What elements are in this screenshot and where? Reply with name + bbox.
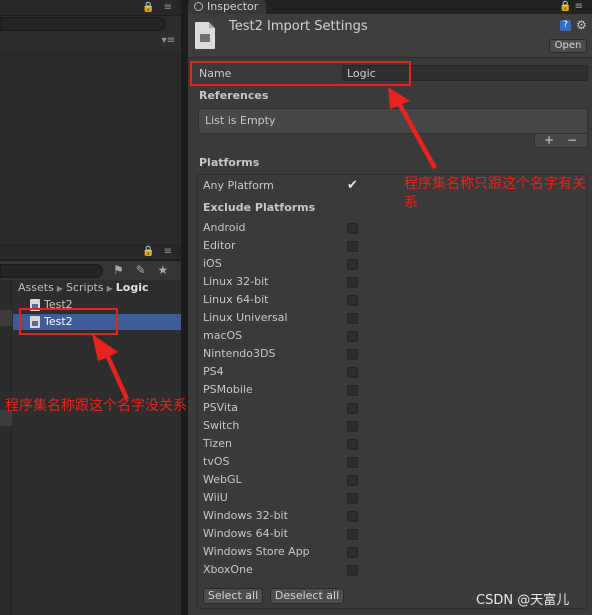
platform-checkbox[interactable] [347, 241, 358, 252]
platform-label: iOS [203, 257, 222, 270]
platform-label: PS4 [203, 365, 224, 378]
references-list: List is Empty [198, 108, 588, 134]
platform-label: Windows Store App [203, 545, 310, 558]
folder-tree [0, 280, 12, 615]
platform-label: WebGL [203, 473, 242, 486]
platform-label: macOS [203, 329, 243, 342]
panel-lock-menu-icon[interactable]: 🔒 ≡ [142, 2, 175, 13]
platform-label: XboxOne [203, 563, 253, 576]
platform-label: Editor [203, 239, 236, 252]
platform-checkbox[interactable] [347, 331, 358, 342]
tree-item[interactable] [0, 310, 12, 326]
exclude-platforms-heading: Exclude Platforms [203, 201, 316, 214]
panel-splitter[interactable] [181, 0, 188, 615]
platform-checkbox[interactable] [347, 511, 358, 522]
platforms-heading: Platforms [199, 156, 260, 169]
add-reference-button[interactable]: + [544, 133, 554, 147]
platform-label: Android [203, 221, 246, 234]
platform-label: tvOS [203, 455, 230, 468]
platforms-box [197, 174, 588, 609]
platform-label: Linux 32-bit [203, 275, 269, 288]
inspector-panel: Inspector 🔒≡ Test2 Import Settings ? ⚙ O… [188, 0, 592, 615]
hierarchy-body [0, 52, 181, 242]
gear-icon[interactable]: ⚙ [576, 18, 587, 32]
list-empty-text: List is Empty [205, 114, 276, 127]
breadcrumb-item[interactable]: Logic [116, 281, 149, 294]
platform-label: Tizen [203, 437, 232, 450]
platform-checkbox[interactable] [347, 367, 358, 378]
platform-checkbox[interactable] [347, 349, 358, 360]
platform-checkbox[interactable] [347, 223, 358, 234]
annotation-note-bottom: 程序集名称跟这个名字没关系 [5, 398, 187, 414]
breadcrumb-item[interactable]: Assets [18, 281, 54, 294]
tab-bar: Inspector 🔒≡ [188, 0, 592, 14]
watermark: CSDN @天富儿 [476, 593, 570, 608]
annotation-box-asset [19, 308, 118, 335]
hierarchy-header: 🔒 ≡ [0, 0, 181, 16]
platform-label: Windows 64-bit [203, 527, 288, 540]
project-toolbar: ⚑ ✎ ★ [0, 260, 181, 280]
platform-label: PSMobile [203, 383, 253, 396]
platform-checkbox[interactable] [347, 439, 358, 450]
chevron-right-icon: ▶ [56, 284, 63, 293]
any-platform-checkbox[interactable]: ✔ [347, 179, 358, 192]
assembly-definition-icon [195, 22, 215, 49]
annotation-note-top: 程序集名称只跟这个名字有关系 [404, 176, 586, 211]
platform-checkbox[interactable] [347, 385, 358, 396]
platform-checkbox[interactable] [347, 547, 358, 558]
chevron-right-icon: ▶ [106, 284, 113, 293]
platform-checkbox[interactable] [347, 529, 358, 540]
tab-label: Inspector [207, 0, 259, 13]
open-button[interactable]: Open [549, 39, 587, 53]
deselect-all-button[interactable]: Deselect all [270, 588, 344, 604]
platform-label: Windows 32-bit [203, 509, 288, 522]
hierarchy-search-input[interactable] [0, 17, 166, 31]
any-platform-label: Any Platform [203, 179, 274, 192]
platform-label: PSVita [203, 401, 239, 414]
platform-checkbox[interactable] [347, 457, 358, 468]
project-header: 🔒 ≡ [0, 244, 181, 260]
platform-checkbox[interactable] [347, 403, 358, 414]
platform-checkbox[interactable] [347, 295, 358, 306]
list-footer: + − [534, 133, 588, 148]
filter-icons[interactable]: ⚑ ✎ ★ [113, 263, 172, 277]
project-search-input[interactable] [0, 264, 103, 278]
page-title: Test2 Import Settings [229, 19, 368, 34]
tab-inspector[interactable]: Inspector [188, 0, 266, 14]
references-heading: References [199, 89, 269, 102]
platform-label: Switch [203, 419, 240, 432]
annotation-box-name [190, 61, 411, 86]
platform-label: Nintendo3DS [203, 347, 276, 360]
breadcrumb: Assets ▶ Scripts ▶ Logic [18, 281, 149, 294]
remove-reference-button[interactable]: − [567, 133, 577, 147]
platform-checkbox[interactable] [347, 259, 358, 270]
platform-label: Linux Universal [203, 311, 288, 324]
platform-checkbox[interactable] [347, 313, 358, 324]
platform-checkbox[interactable] [347, 565, 358, 576]
platform-checkbox[interactable] [347, 493, 358, 504]
help-icon[interactable]: ? [560, 20, 571, 31]
select-all-button[interactable]: Select all [203, 588, 263, 604]
tab-menu-icon[interactable]: 🔒≡ [559, 1, 586, 12]
info-icon [194, 2, 203, 11]
hierarchy-toolbar: ▾≡ [0, 32, 181, 52]
platform-checkbox[interactable] [347, 421, 358, 432]
project-lock-menu-icon[interactable]: 🔒 ≡ [142, 246, 175, 257]
platform-checkbox[interactable] [347, 277, 358, 288]
menu-icon[interactable]: ▾≡ [162, 35, 175, 46]
platform-checkbox[interactable] [347, 475, 358, 486]
platform-label: WiiU [203, 491, 228, 504]
breadcrumb-item[interactable]: Scripts [66, 281, 104, 294]
inspector-header: Test2 Import Settings ? ⚙ Open [188, 14, 592, 58]
platform-label: Linux 64-bit [203, 293, 269, 306]
